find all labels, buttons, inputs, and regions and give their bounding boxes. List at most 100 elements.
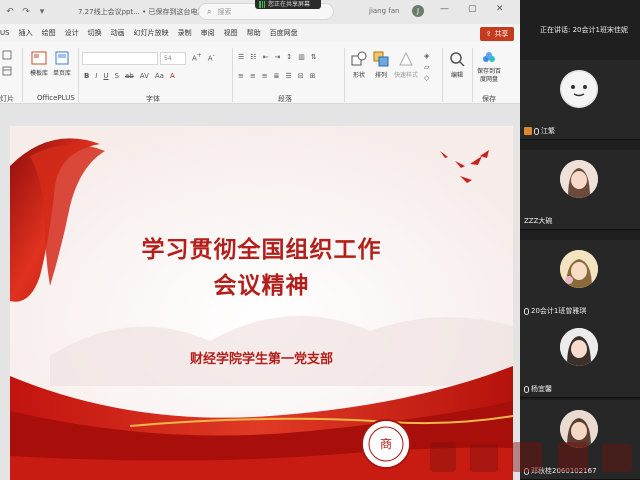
bullets-icon[interactable]: ☰ — [238, 53, 244, 61]
find-icon — [450, 52, 465, 67]
font-family-select[interactable] — [82, 52, 158, 65]
quick-styles-label: 快速样式 — [394, 72, 419, 79]
microphone-icon — [534, 127, 539, 135]
slide-subtitle[interactable]: 财经学院学生第一党支部 — [10, 348, 513, 367]
baidu-cloud-icon — [483, 52, 495, 62]
user-name[interactable]: jiang fan — [369, 7, 399, 15]
menu-item-record[interactable]: 录制 — [178, 28, 192, 38]
participant-name-label: ZZZ大碗 — [524, 216, 552, 226]
menu-item-draw[interactable]: 绘图 — [42, 28, 56, 38]
quick-styles-button[interactable]: 快速样式 — [394, 50, 418, 79]
group-officeplus-label: OfficePLUS — [37, 94, 75, 102]
close-icon[interactable]: ✕ — [496, 4, 504, 14]
new-slide-icon[interactable] — [2, 50, 12, 62]
paragraph-row-2: ≡ ≡ ≡ ≣ ☰ ⊟ ⊞ — [238, 72, 316, 80]
menu-item-view[interactable]: 视图 — [224, 28, 238, 38]
shadow-icon[interactable]: S — [115, 72, 119, 80]
screen-share-badge[interactable]: 您正在共享屏幕 — [255, 0, 321, 9]
menu-item-animations[interactable]: 动画 — [111, 28, 125, 38]
template-library-button[interactable]: 模板库 — [30, 50, 48, 77]
microphone-icon — [524, 467, 529, 475]
arrange-label: 排列 — [374, 72, 387, 79]
participant-name: ZZZ大碗 — [524, 217, 553, 225]
arrange-button[interactable]: 排列 — [372, 50, 390, 79]
group-save-label: 保存 — [482, 95, 496, 103]
avatar — [560, 160, 598, 198]
bold-icon[interactable]: B — [84, 72, 89, 80]
ribbon: 灯片 模板库 单页库 OfficePLUS 54 A+ A- B I U S a… — [0, 42, 520, 104]
save-to-baidu-label: 保存到百度网盘 — [476, 68, 501, 83]
columns-icon[interactable]: ▥ — [298, 53, 305, 61]
avatar[interactable]: J — [412, 5, 424, 17]
quick-styles-icon — [399, 51, 413, 66]
participant-name: 20会计1班曾雅琪 — [531, 307, 587, 315]
maximize-icon[interactable]: ▢ — [468, 4, 477, 14]
italic-icon[interactable]: I — [95, 72, 97, 80]
menu-item-insert[interactable]: 插入 — [19, 28, 33, 38]
grow-font-icon[interactable]: A+ — [192, 53, 202, 62]
menu-item-help[interactable]: 帮助 — [247, 28, 261, 38]
menu-item-transitions[interactable]: 切换 — [88, 28, 102, 38]
slide-title-line-1[interactable]: 学习贯彻全国组织工作 — [10, 230, 513, 264]
group-font-label: 字体 — [146, 95, 160, 103]
smartart-icon[interactable]: ⊞ — [310, 72, 316, 80]
participant-tile[interactable]: 20会计1班曾雅琪 — [520, 240, 640, 320]
avatar — [560, 250, 598, 288]
customize-icon[interactable]: ▾ — [36, 6, 48, 18]
shape-format-column: ◈ ▱ ◇ — [424, 52, 429, 82]
slide-title-line-2[interactable]: 会议精神 — [10, 266, 513, 300]
save-to-baidu-button[interactable]: 保存到百度网盘 — [476, 50, 502, 84]
edit-button[interactable]: 编辑 — [448, 50, 466, 79]
shapes-button[interactable]: 形状 — [350, 50, 368, 79]
avatar — [560, 328, 598, 366]
spacing-icon[interactable]: AV — [140, 72, 149, 80]
single-page-library-button[interactable]: 单页库 — [53, 50, 71, 77]
decrease-indent-icon[interactable]: ⇤ — [263, 53, 269, 61]
align-text-icon[interactable]: ⊟ — [298, 72, 304, 80]
microphone-icon — [524, 307, 529, 315]
font-size-select[interactable]: 54 — [160, 52, 186, 65]
participant-name-label: 杨宜馨 — [524, 384, 552, 394]
shape-fill-icon[interactable]: ◈ — [424, 52, 429, 60]
signal-icon — [259, 1, 265, 8]
text-direction-icon[interactable]: ⇅ — [311, 53, 317, 61]
increase-indent-icon[interactable]: ⇥ — [274, 53, 280, 61]
align-center-icon[interactable]: ≡ — [250, 72, 256, 80]
distribute-icon[interactable]: ☰ — [286, 72, 292, 80]
participant-tile[interactable]: 杨宜馨 — [520, 318, 640, 398]
numbering-icon[interactable]: ☷ — [250, 53, 256, 61]
layout-icon[interactable] — [2, 66, 12, 78]
undo-icon[interactable]: ↶ — [4, 6, 16, 18]
redo-icon[interactable]: ↷ — [20, 6, 32, 18]
menu-item-baidu[interactable]: 百度网盘 — [270, 28, 298, 38]
shape-outline-icon[interactable]: ▱ — [424, 63, 429, 71]
shape-effects-icon[interactable]: ◇ — [424, 74, 429, 82]
participant-tile[interactable]: 江繁 — [520, 60, 640, 140]
align-right-icon[interactable]: ≡ — [262, 72, 268, 80]
share-icon: ⇪ — [485, 30, 492, 38]
slide-canvas[interactable]: 商 学习贯彻全国组织工作 会议精神 财经学院学生第一党支部 — [10, 126, 513, 480]
minimize-icon[interactable]: — — [440, 4, 449, 14]
strikethrough-icon[interactable]: ab — [125, 72, 134, 80]
divider — [472, 48, 473, 102]
participant-name-label: 20会计1班曾雅琪 — [524, 306, 586, 316]
share-label: 共享 — [494, 30, 509, 38]
font-color-icon[interactable]: A — [170, 72, 175, 80]
participant-tile[interactable]: ZZZ大碗 — [520, 150, 640, 230]
menu-item-design[interactable]: 设计 — [65, 28, 79, 38]
menu-item-design-partial[interactable]: US — [0, 29, 10, 37]
menu-item-slideshow[interactable]: 幻灯片放映 — [134, 28, 169, 38]
menu-item-review[interactable]: 审阅 — [201, 28, 215, 38]
justify-icon[interactable]: ≣ — [274, 72, 280, 80]
divider — [232, 48, 233, 102]
underline-icon[interactable]: U — [103, 72, 108, 80]
shapes-icon — [351, 51, 367, 66]
participant-name: 邓秋桂2060102167 — [531, 467, 597, 475]
participant-tile[interactable]: 邓秋桂2060102167 — [520, 400, 640, 480]
align-left-icon[interactable]: ≡ — [238, 72, 244, 80]
shrink-font-icon[interactable]: A- — [208, 53, 215, 62]
avatar — [560, 410, 598, 448]
line-spacing-icon[interactable]: ↕ — [286, 53, 292, 61]
case-icon[interactable]: Aa — [155, 72, 164, 80]
share-button[interactable]: ⇪ 共享 — [480, 27, 514, 41]
